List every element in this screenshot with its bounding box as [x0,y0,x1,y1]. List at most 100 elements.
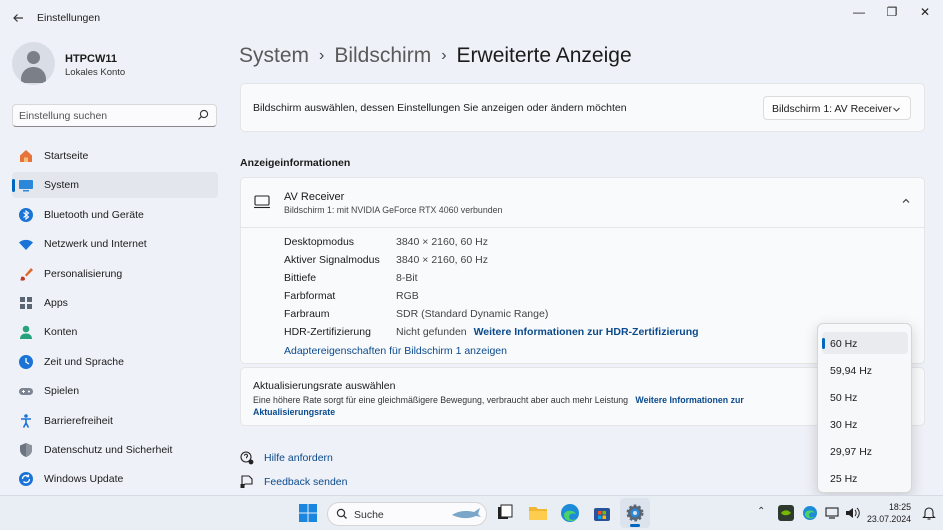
windows-start-icon[interactable] [298,503,318,523]
sidebar-item-network[interactable]: Netzwerk und Internet [12,231,218,257]
sidebar-item-label: Personalisierung [44,267,123,280]
chevron-up-icon [902,198,910,203]
sidebar-item-startseite[interactable]: Startseite [12,143,218,169]
nvidia-tray-icon[interactable] [778,505,794,521]
clock-time: 18:25 [888,502,911,512]
feedback-link[interactable]: Feedback senden [240,475,347,489]
user-account-type: Lokales Konto [65,67,126,78]
display-select-dropdown[interactable]: Bildschirm 1: AV Receiver [763,96,911,120]
taskbar: Suche ⌃ 18:25 23.07.2024 [0,495,943,530]
breadcrumb-separator: › [319,47,325,64]
store-icon[interactable] [592,503,612,523]
back-button[interactable] [8,8,28,28]
home-icon [18,148,34,164]
sidebar-item-privacy[interactable]: Datenschutz und Sicherheit [12,437,218,463]
sidebar-item-personalization[interactable]: Personalisierung [12,261,218,287]
apps-icon [18,295,34,311]
volume-icon[interactable] [844,505,860,521]
sidebar-item-label: Konten [44,326,78,339]
display-subtitle: Bildschirm 1: mit NVIDIA GeForce RTX 406… [284,205,503,215]
taskbar-search-label: Suche [354,509,384,521]
shark-widget-icon [452,508,481,519]
avatar-body [21,67,46,83]
maximize-button[interactable]: ❐ [877,4,907,20]
sidebar-item-label: Datenschutz und Sicherheit [44,443,173,456]
sidebar-item-accounts[interactable]: Konten [12,319,218,345]
settings-taskbar-button[interactable] [620,498,650,528]
get-help-link[interactable]: Hilfe anfordern [240,451,333,465]
sidebar-item-windows-update[interactable]: Windows Update [12,466,218,492]
refresh-rate-title: Aktualisierungsrate auswählen [253,380,396,392]
info-value-desktop-mode: 3840 × 2160, 60 Hz [396,236,488,248]
paintbrush-icon [18,266,34,282]
shield-icon [18,442,34,458]
refresh-rate-option[interactable]: 60 Hz [822,332,908,354]
bluetooth-icon [18,207,34,223]
refresh-rate-desc-text: Eine höhere Rate sorgt für eine gleichmä… [253,395,629,405]
sidebar-item-label: Windows Update [44,473,124,486]
avatar-head [27,51,40,64]
display-info-header[interactable]: AV Receiver Bildschirm 1: mit NVIDIA GeF… [241,178,924,228]
breadcrumb-display[interactable]: Bildschirm [334,44,431,68]
refresh-rate-option[interactable]: 30 Hz [822,413,908,435]
edge-tray-icon[interactable] [802,505,818,521]
info-value-color-space: SDR (Standard Dynamic Range) [396,308,549,320]
minimize-button[interactable]: — [844,4,874,20]
collapse-button[interactable] [901,196,911,209]
display-info-section-title: Anzeigeinformationen [240,157,351,169]
sidebar-item-time-language[interactable]: Zeit und Sprache [12,349,218,375]
monitor-icon [254,195,270,209]
breadcrumb-separator: › [441,47,447,64]
sidebar-item-accessibility[interactable]: Barrierefreiheit [12,408,218,434]
tray-overflow-icon[interactable]: ⌃ [757,506,765,517]
back-arrow-icon [13,14,23,22]
info-value-hdr-certification: Nicht gefunden Weitere Informationen zur… [396,326,699,338]
refresh-rate-dropdown-list: 60 Hz 59,94 Hz 50 Hz 30 Hz 29,97 Hz 25 H… [817,323,912,493]
sidebar-item-gaming[interactable]: Spielen [12,378,218,404]
adapter-properties-link[interactable]: Adaptereigenschaften für Bildschirm 1 an… [284,345,507,357]
chevron-down-icon [892,102,901,116]
app-title: Einstellungen [37,12,101,24]
taskbar-search[interactable]: Suche [327,502,487,526]
info-value-bit-depth: 8-Bit [396,272,418,284]
refresh-rate-option[interactable]: 25 Hz [822,467,908,489]
task-view-icon[interactable] [495,503,515,523]
edge-browser-icon[interactable] [560,503,580,523]
refresh-rate-option[interactable]: 29,97 Hz [822,440,908,462]
info-key-color-format: Farbformat [284,290,336,302]
hdr-status: Nicht gefunden [396,326,467,338]
breadcrumb-system[interactable]: System [239,44,309,68]
close-button[interactable]: ✕ [910,4,940,20]
refresh-rate-option[interactable]: 50 Hz [822,386,908,408]
system-monitor-icon [18,177,34,193]
notification-bell-icon[interactable] [921,505,937,521]
help-icon [240,451,254,465]
file-explorer-icon[interactable] [528,503,548,523]
sidebar-item-label: Netzwerk und Internet [44,238,147,251]
info-key-hdr-certification: HDR-Zertifizierung [284,326,371,338]
search-icon [198,109,209,120]
settings-search[interactable] [12,104,217,127]
sidebar-item-bluetooth[interactable]: Bluetooth und Geräte [12,202,218,228]
refresh-rate-option[interactable]: 59,94 Hz [822,359,908,381]
sidebar-item-label: System [44,179,80,192]
info-key-bit-depth: Bittiefe [284,272,317,284]
avatar[interactable] [12,42,55,85]
sidebar-nav: Startseite System Bluetooth und Geräte N… [12,143,218,496]
hdr-info-link[interactable]: Weitere Informationen zur HDR-Zertifizie… [474,326,699,338]
network-icon[interactable] [824,505,840,521]
sidebar-item-label: Bluetooth und Geräte [44,208,144,221]
info-key-color-space: Farbraum [284,308,330,320]
wifi-icon [18,236,34,252]
search-input[interactable] [19,108,189,124]
sidebar-item-system[interactable]: System [12,172,218,199]
sidebar-item-label: Startseite [44,150,89,162]
page-title: Erweiterte Anzeige [456,44,632,67]
clock-date: 23.07.2024 [866,513,911,524]
sidebar-item-label: Apps [44,296,68,309]
sidebar-item-apps[interactable]: Apps [12,290,218,316]
sidebar-item-label: Zeit und Sprache [44,355,124,368]
info-value-signal-mode: 3840 × 2160, 60 Hz [396,254,488,266]
clock[interactable]: 18:25 23.07.2024 [867,502,911,525]
gamepad-icon [18,383,34,399]
